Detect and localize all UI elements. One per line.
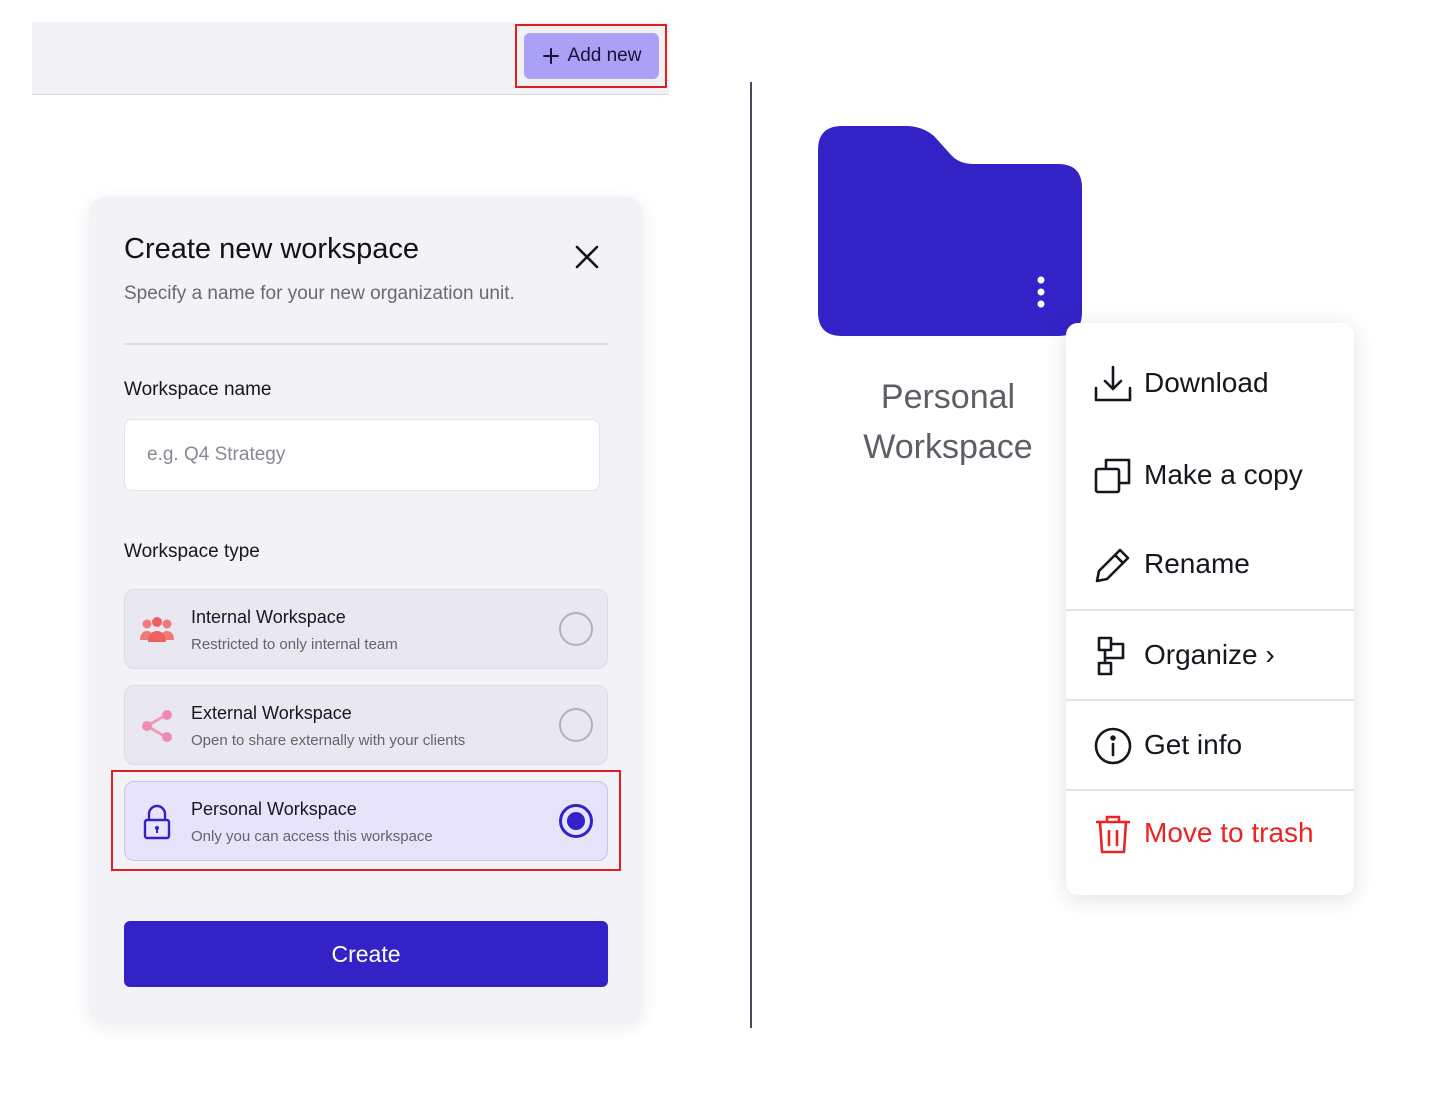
option-internal-workspace[interactable]: Internal Workspace Restricted to only in… xyxy=(124,589,608,669)
option-external-workspace[interactable]: External Workspace Open to share externa… xyxy=(124,685,608,765)
option-title: Internal Workspace xyxy=(191,607,346,627)
menu-item-label: Organize › xyxy=(1144,639,1275,670)
share-icon xyxy=(137,706,177,746)
menu-item-label: Make a copy xyxy=(1144,459,1303,490)
more-vertical-icon[interactable] xyxy=(1030,274,1052,310)
context-menu: Download Make a copy Rename Organize › G… xyxy=(1066,323,1354,895)
workspace-type-label: Workspace type xyxy=(124,541,260,562)
menu-item-download[interactable]: Download xyxy=(1066,353,1354,413)
menu-separator xyxy=(1066,789,1354,791)
people-icon xyxy=(137,610,177,650)
workspace-name-input[interactable] xyxy=(124,419,600,491)
option-title: External Workspace xyxy=(191,703,352,723)
menu-item-get-info[interactable]: Get info xyxy=(1066,715,1354,775)
dialog-title: Create new workspace xyxy=(124,233,419,265)
dialog-divider xyxy=(124,343,608,345)
option-description: Restricted to only internal team xyxy=(191,636,398,653)
pencil-icon xyxy=(1092,544,1134,586)
radio-internal[interactable] xyxy=(559,612,593,646)
menu-item-rename[interactable]: Rename xyxy=(1066,534,1354,594)
folder-label: Personal Workspace xyxy=(863,378,1033,466)
create-workspace-dialog: Create new workspace Specify a name for … xyxy=(89,197,643,1023)
close-button[interactable] xyxy=(571,241,603,273)
vertical-separator xyxy=(750,82,752,1028)
highlight-box-add-new xyxy=(515,24,667,88)
radio-external[interactable] xyxy=(559,708,593,742)
create-button[interactable]: Create xyxy=(124,921,608,987)
copy-icon xyxy=(1092,455,1134,497)
close-icon xyxy=(575,245,599,269)
organize-icon xyxy=(1092,635,1134,677)
menu-separator xyxy=(1066,609,1354,611)
menu-separator xyxy=(1066,699,1354,701)
menu-item-label: Download xyxy=(1144,367,1269,398)
option-description: Open to share externally with your clien… xyxy=(191,732,466,749)
workspace-name-label: Workspace name xyxy=(124,379,272,400)
menu-item-organize[interactable]: Organize › xyxy=(1066,625,1354,685)
menu-item-label: Move to trash xyxy=(1144,817,1314,848)
info-icon xyxy=(1092,725,1134,767)
dialog-subtitle: Specify a name for your new organization… xyxy=(124,283,515,304)
menu-item-label: Get info xyxy=(1144,729,1243,760)
download-icon xyxy=(1092,363,1134,405)
menu-item-label: Rename xyxy=(1144,548,1250,579)
trash-icon xyxy=(1092,813,1134,855)
menu-item-move-to-trash[interactable]: Move to trash xyxy=(1066,803,1354,863)
highlight-box-personal-workspace xyxy=(111,770,621,871)
menu-item-make-copy[interactable]: Make a copy xyxy=(1066,445,1354,505)
